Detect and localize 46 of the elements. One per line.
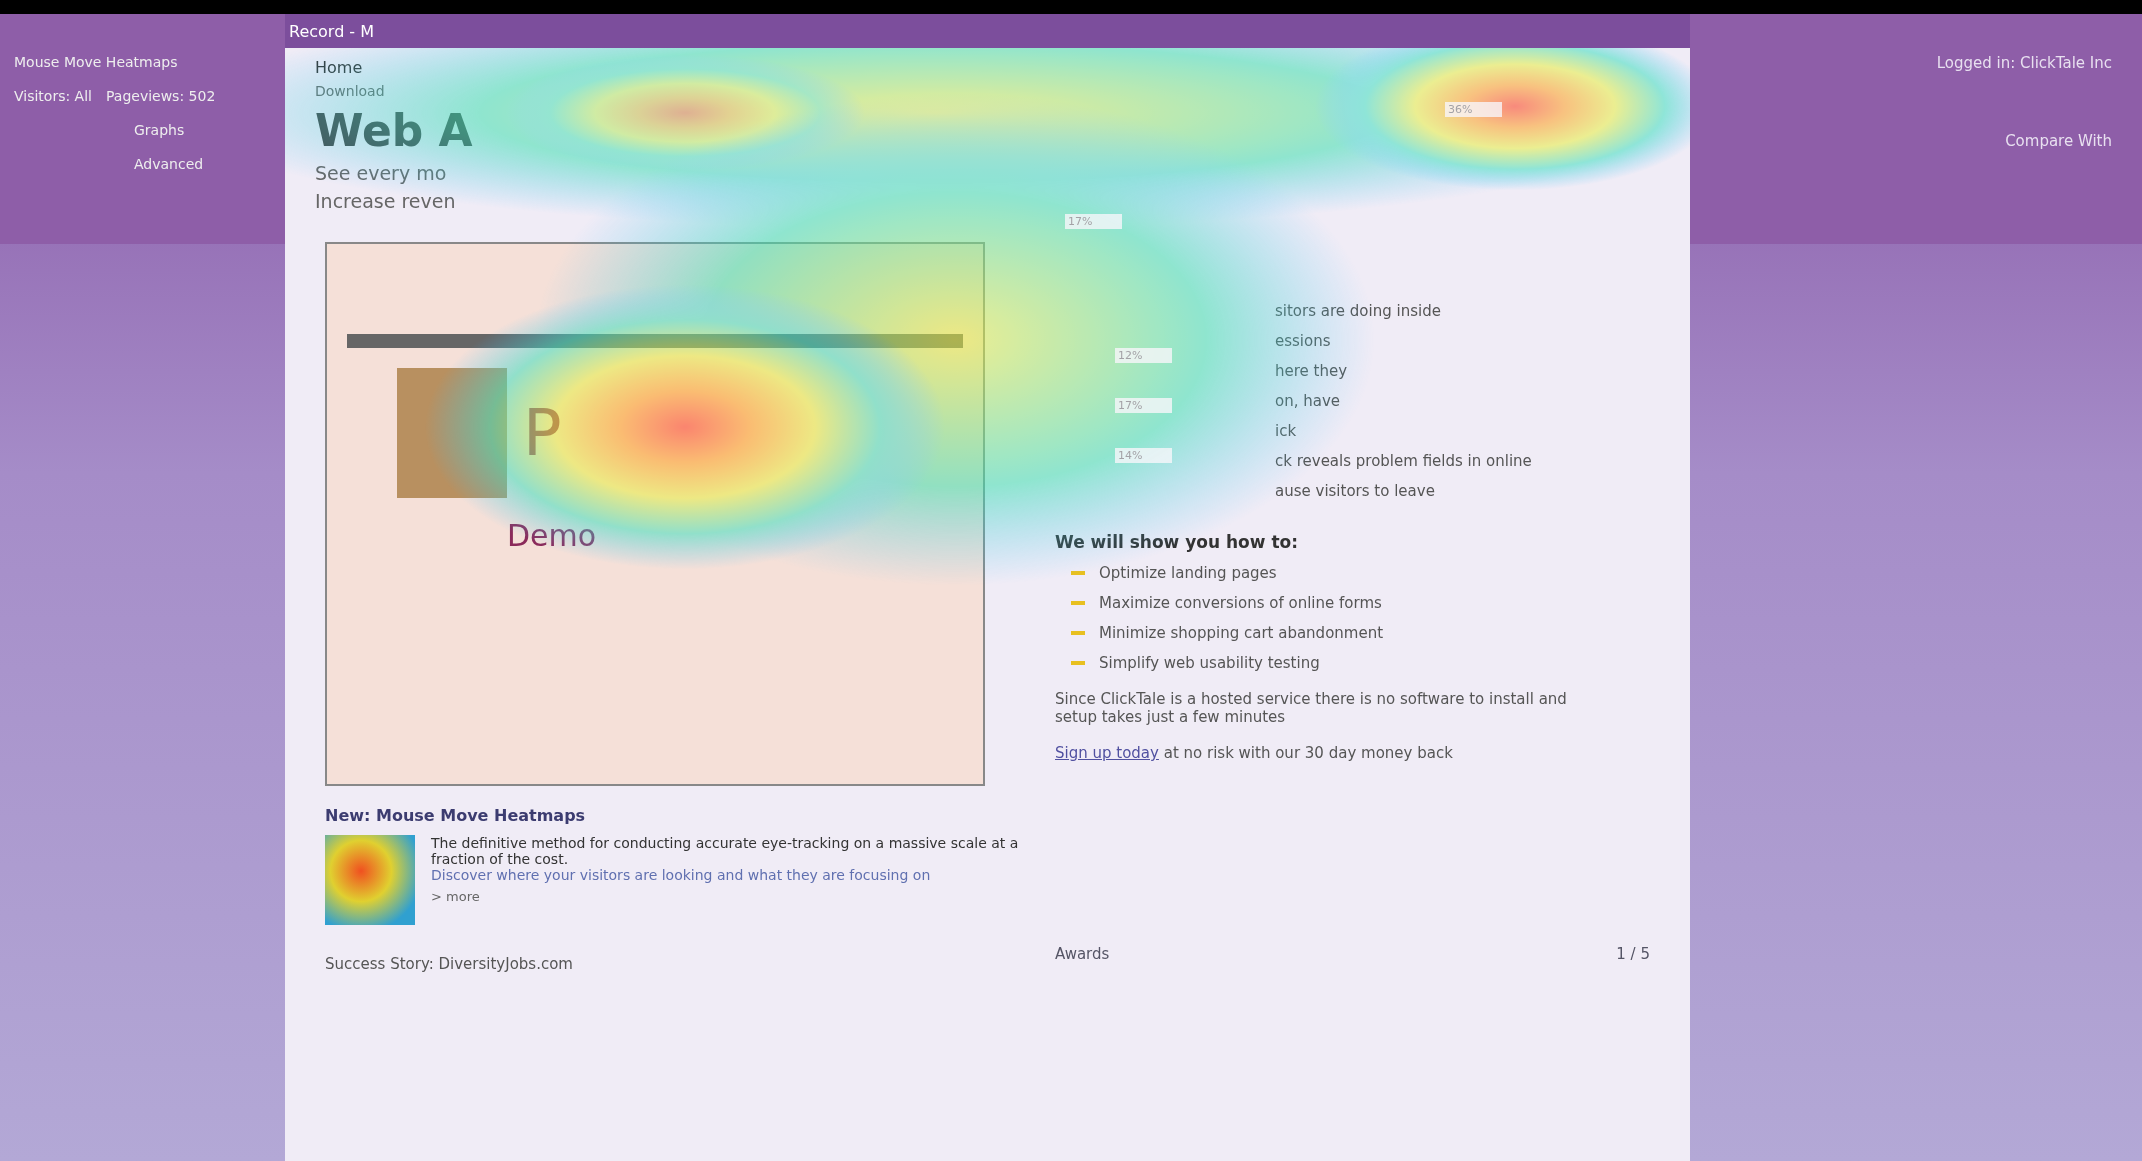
subtitle-text: Increase reven <box>315 190 456 212</box>
more-link[interactable]: > more <box>431 889 480 904</box>
percent-label: 14% <box>1115 448 1173 463</box>
option-link[interactable]: Advanced <box>134 156 204 172</box>
page-title: Web A <box>315 105 473 156</box>
filter-label[interactable]: Visitors: All <box>14 88 92 104</box>
feature-text: essions <box>1275 332 1331 350</box>
bullet-icon <box>1071 571 1085 575</box>
percent-label: 12% <box>1115 348 1173 363</box>
percent-label: 17% <box>1065 214 1123 229</box>
awards-heading: Awards <box>1055 945 1110 963</box>
record-tab[interactable]: Record - M <box>289 21 375 41</box>
feature-text: sitors are doing inside <box>1275 302 1441 320</box>
bullet-icon <box>1071 601 1085 605</box>
feature-text: here they <box>1275 362 1348 380</box>
howto-item: Simplify web usability testing <box>1099 654 1320 672</box>
howto-item: Optimize landing pages <box>1099 564 1277 582</box>
option-link[interactable]: Graphs <box>134 122 185 138</box>
awards-pager[interactable]: 1 / 5 <box>1616 945 1650 963</box>
home-link[interactable]: Home <box>315 58 363 77</box>
signup-text: Sign up today at no risk with our 30 day money back <box>1055 744 1453 762</box>
subtitle-text: See every mo <box>315 162 447 184</box>
signup-link[interactable]: Sign up today <box>1055 744 1159 762</box>
sidebar-title: Mouse Move Heatmaps <box>14 54 178 70</box>
feature-text: ck reveals problem fields in online <box>1275 452 1532 470</box>
percent-label: 17% <box>1115 398 1173 413</box>
news-heading: New: Mouse Move Heatmaps <box>325 806 586 825</box>
preview-headline: P <box>523 396 562 470</box>
news-link[interactable]: Discover where your visitors are looking and what they are focusing on <box>431 867 931 883</box>
compare-label[interactable]: Compare With <box>2005 132 2112 150</box>
bullet-icon <box>1071 631 1085 635</box>
preview-subhead: Demo <box>506 518 598 553</box>
feature-text: on, have <box>1275 392 1341 410</box>
feature-text: ick <box>1275 422 1297 440</box>
account-label: Logged in: ClickTale Inc <box>1936 54 2112 72</box>
news-text: The definitive method for conducting accurate eye-tracking on a massive scale at a fraction of the cost. Discover where your visitors are looking and what they are focusing on <box>431 835 1020 883</box>
howto-item: Maximize conversions of online forms <box>1099 594 1382 612</box>
howto-heading: We will show you how to: <box>1055 532 1298 552</box>
howto-item: Minimize shopping cart abandonment <box>1099 624 1384 642</box>
success-story: Success Story: DiversityJobs.com <box>325 955 573 973</box>
hosted-note: Since ClickTale is a hosted service there is no software to install and setup takes just a few minutes <box>1055 690 1568 726</box>
feature-text: ause visitors to leave <box>1275 482 1435 500</box>
filter-label[interactable]: Pageviews: 502 <box>106 88 216 104</box>
bullet-icon <box>1071 661 1085 665</box>
download-link[interactable]: Download <box>315 83 385 99</box>
percent-label: 36% <box>1445 102 1503 117</box>
